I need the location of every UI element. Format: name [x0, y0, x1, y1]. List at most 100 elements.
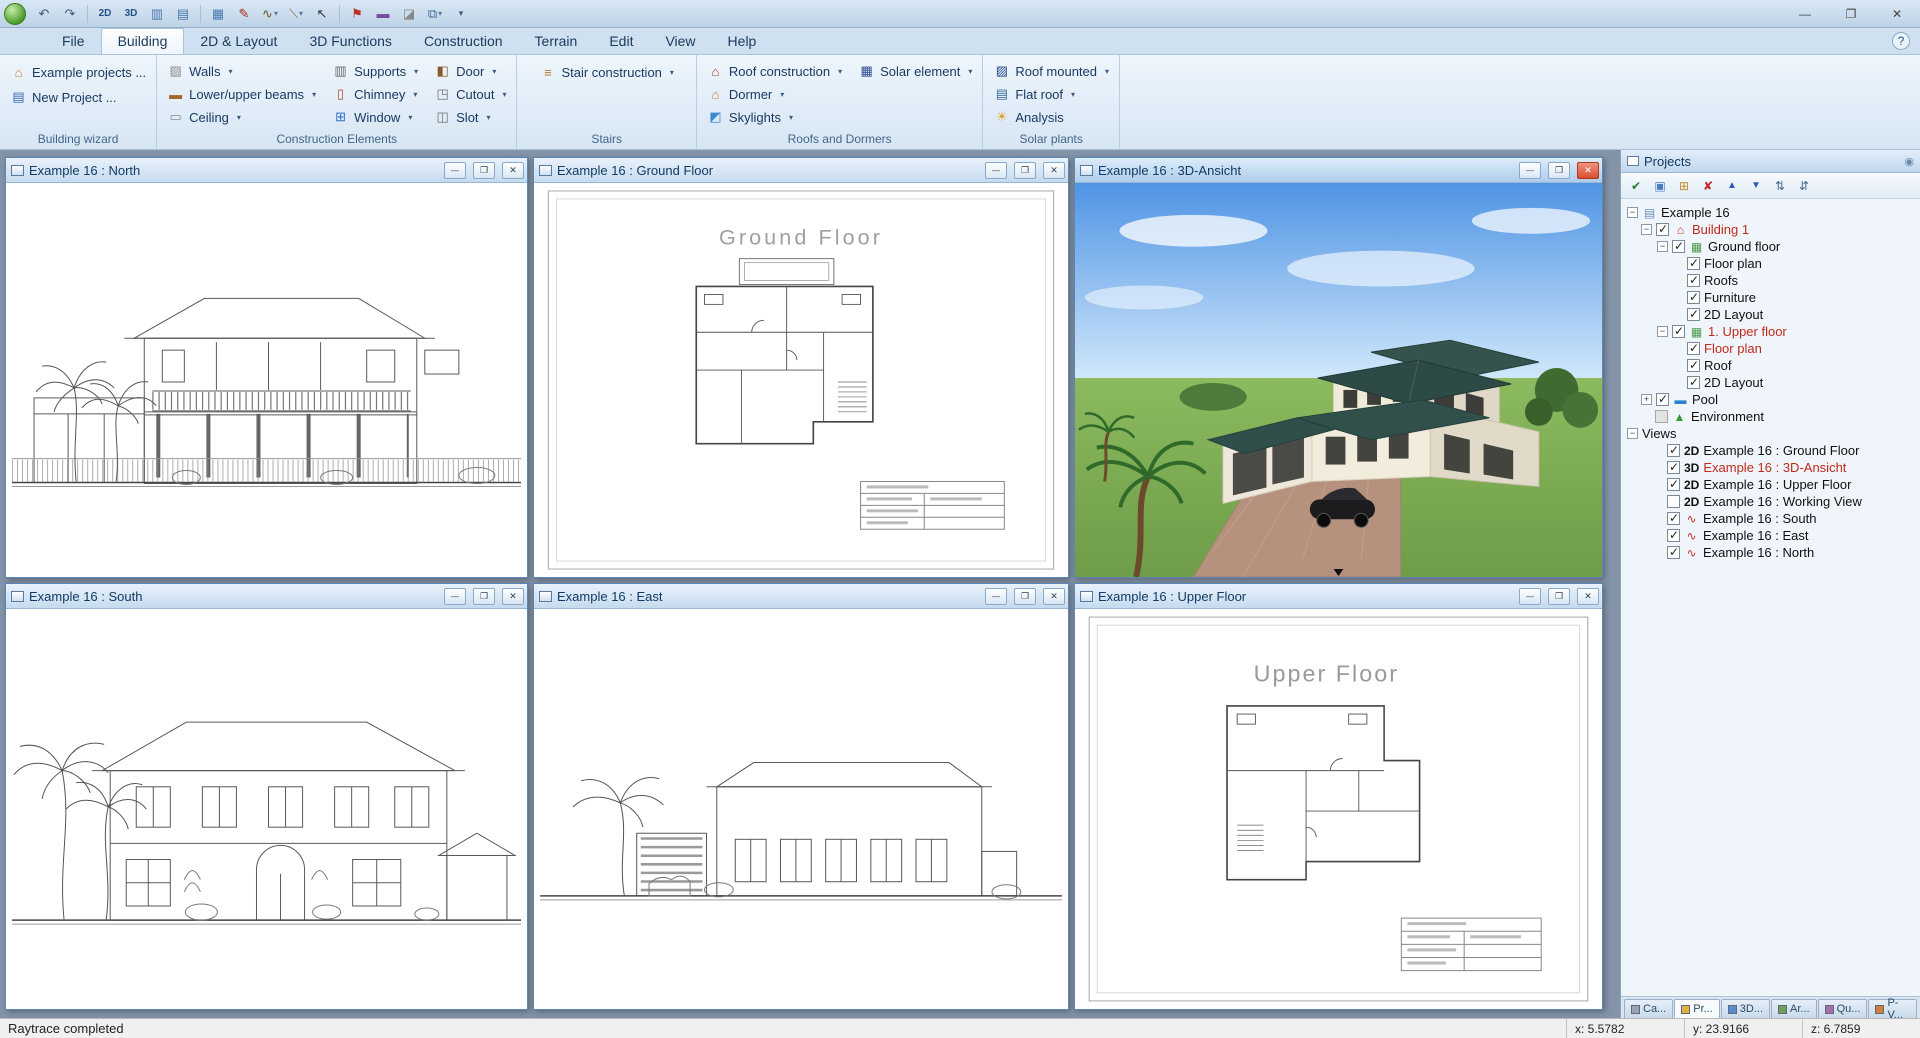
expander-icon[interactable]: [1627, 207, 1638, 218]
tree-item-upper-floor[interactable]: 1. Upper floor: [1623, 323, 1918, 340]
child-close-button[interactable]: [1043, 588, 1065, 605]
child-titlebar[interactable]: Example 16 : Ground Floor: [534, 158, 1068, 183]
solar-element-button[interactable]: Solar element: [858, 60, 972, 82]
supports-button[interactable]: Supports: [332, 60, 418, 82]
child-titlebar[interactable]: Example 16 : East: [534, 584, 1068, 609]
child-titlebar[interactable]: Example 16 : North: [6, 158, 527, 183]
minimize-button[interactable]: [1782, 0, 1828, 27]
child-maximize-button[interactable]: [1548, 162, 1570, 179]
door-button[interactable]: Door: [434, 60, 506, 82]
example-projects-button[interactable]: Example projects ...: [10, 61, 146, 83]
child-close-button[interactable]: [1043, 162, 1065, 179]
expander-icon[interactable]: [1657, 326, 1668, 337]
confirm-icon[interactable]: [1625, 176, 1647, 196]
child-close-button[interactable]: [1577, 162, 1599, 179]
pin-icon[interactable]: ◉: [1904, 155, 1914, 168]
annotate-icon[interactable]: [232, 3, 256, 25]
tab-catalogue[interactable]: Ca...: [1624, 999, 1673, 1018]
expander-icon[interactable]: [1657, 241, 1668, 252]
tree-item-ground-floor[interactable]: Ground floor: [1623, 238, 1918, 255]
tree-item-view-east[interactable]: Example 16 : East: [1623, 527, 1918, 544]
expander-icon[interactable]: [1641, 224, 1652, 235]
tree-item-pool[interactable]: Pool: [1623, 391, 1918, 408]
move-down-icon[interactable]: [1745, 176, 1767, 196]
pointer-icon[interactable]: [310, 3, 334, 25]
tree-item-upper-2d-layout[interactable]: 2D Layout: [1623, 374, 1918, 391]
tree-item-furniture[interactable]: Furniture: [1623, 289, 1918, 306]
measure-icon[interactable]: [258, 3, 282, 25]
tab-3d-functions[interactable]: 3D Functions: [293, 29, 407, 54]
skylights-button[interactable]: Skylights: [707, 106, 842, 128]
customize-toolbar-icon[interactable]: [449, 3, 473, 25]
child-titlebar[interactable]: Example 16 : 3D-Ansicht: [1075, 158, 1602, 183]
child-minimize-button[interactable]: [985, 162, 1007, 179]
tree-item-view-working-view[interactable]: 2DExample 16 : Working View: [1623, 493, 1918, 510]
close-button[interactable]: [1874, 0, 1920, 27]
upper-floor-plan-canvas[interactable]: Upper Floor: [1075, 609, 1602, 1009]
sort-ascending-icon[interactable]: [1769, 176, 1791, 196]
checkbox[interactable]: [1687, 342, 1700, 355]
tree-item-building-1[interactable]: Building 1: [1623, 221, 1918, 238]
child-maximize-button[interactable]: [1014, 162, 1036, 179]
child-maximize-button[interactable]: [473, 162, 495, 179]
checkbox[interactable]: [1655, 410, 1668, 423]
render-3d-canvas[interactable]: [1075, 183, 1602, 577]
eraser-icon[interactable]: [397, 3, 421, 25]
tree-item-example-16[interactable]: Example 16: [1623, 204, 1918, 221]
tab-file[interactable]: File: [46, 29, 101, 54]
flag-icon[interactable]: [345, 3, 369, 25]
tree-item-view-north[interactable]: Example 16 : North: [1623, 544, 1918, 561]
move-up-icon[interactable]: [1721, 176, 1743, 196]
tab-edit[interactable]: Edit: [593, 29, 649, 54]
child-titlebar[interactable]: Example 16 : Upper Floor: [1075, 584, 1602, 609]
cutout-button[interactable]: Cutout: [434, 83, 506, 105]
tab-quantities[interactable]: Qu...: [1818, 999, 1868, 1018]
tab-terrain[interactable]: Terrain: [519, 29, 594, 54]
render-preview-icon[interactable]: [1649, 176, 1671, 196]
tree-item-view-south[interactable]: Example 16 : South: [1623, 510, 1918, 527]
tab-pv[interactable]: P-V...: [1868, 999, 1917, 1018]
checkbox[interactable]: [1656, 393, 1669, 406]
child-maximize-button[interactable]: [473, 588, 495, 605]
child-titlebar[interactable]: Example 16 : South: [6, 584, 527, 609]
sort-descending-icon[interactable]: [1793, 176, 1815, 196]
checkbox[interactable]: [1667, 478, 1680, 491]
tab-view[interactable]: View: [649, 29, 711, 54]
east-elevation-canvas[interactable]: [534, 609, 1068, 1009]
ceiling-button[interactable]: Ceiling: [167, 106, 316, 128]
child-minimize-button[interactable]: [1519, 588, 1541, 605]
slot-button[interactable]: Slot: [434, 106, 506, 128]
child-minimize-button[interactable]: [444, 588, 466, 605]
stair-construction-button[interactable]: Stair construction: [539, 61, 673, 83]
walls-button[interactable]: Walls: [167, 60, 316, 82]
checkbox[interactable]: [1667, 512, 1680, 525]
checkbox[interactable]: [1667, 495, 1680, 508]
delete-icon[interactable]: [1697, 176, 1719, 196]
checkbox[interactable]: [1667, 461, 1680, 474]
tab-construction[interactable]: Construction: [408, 29, 519, 54]
checkbox[interactable]: [1687, 257, 1700, 270]
expander-icon[interactable]: [1641, 394, 1652, 405]
child-close-button[interactable]: [502, 162, 524, 179]
tile-vertical-icon[interactable]: [145, 3, 169, 25]
tab-areas[interactable]: Ar...: [1771, 999, 1817, 1018]
analysis-button[interactable]: Analysis: [993, 106, 1109, 128]
checkbox[interactable]: [1687, 359, 1700, 372]
chimney-button[interactable]: Chimney: [332, 83, 418, 105]
checkbox[interactable]: [1687, 274, 1700, 287]
grid-icon[interactable]: [206, 3, 230, 25]
checkbox[interactable]: [1672, 240, 1685, 253]
checkbox[interactable]: [1656, 223, 1669, 236]
tree-item-roof[interactable]: Roof: [1623, 357, 1918, 374]
checkbox[interactable]: [1687, 291, 1700, 304]
tree-item-view-upper-floor[interactable]: 2DExample 16 : Upper Floor: [1623, 476, 1918, 493]
tree-item-floor-plan[interactable]: Floor plan: [1623, 255, 1918, 272]
tab-2d-layout[interactable]: 2D & Layout: [184, 29, 293, 54]
tree-item-view-ground-floor[interactable]: 2DExample 16 : Ground Floor: [1623, 442, 1918, 459]
checkbox[interactable]: [1672, 325, 1685, 338]
ruler-icon[interactable]: [284, 3, 308, 25]
redo-icon[interactable]: [58, 3, 82, 25]
ground-floor-plan-canvas[interactable]: Ground Floor: [534, 183, 1068, 577]
app-logo-icon[interactable]: [4, 3, 26, 25]
help-icon[interactable]: ?: [1892, 32, 1910, 50]
